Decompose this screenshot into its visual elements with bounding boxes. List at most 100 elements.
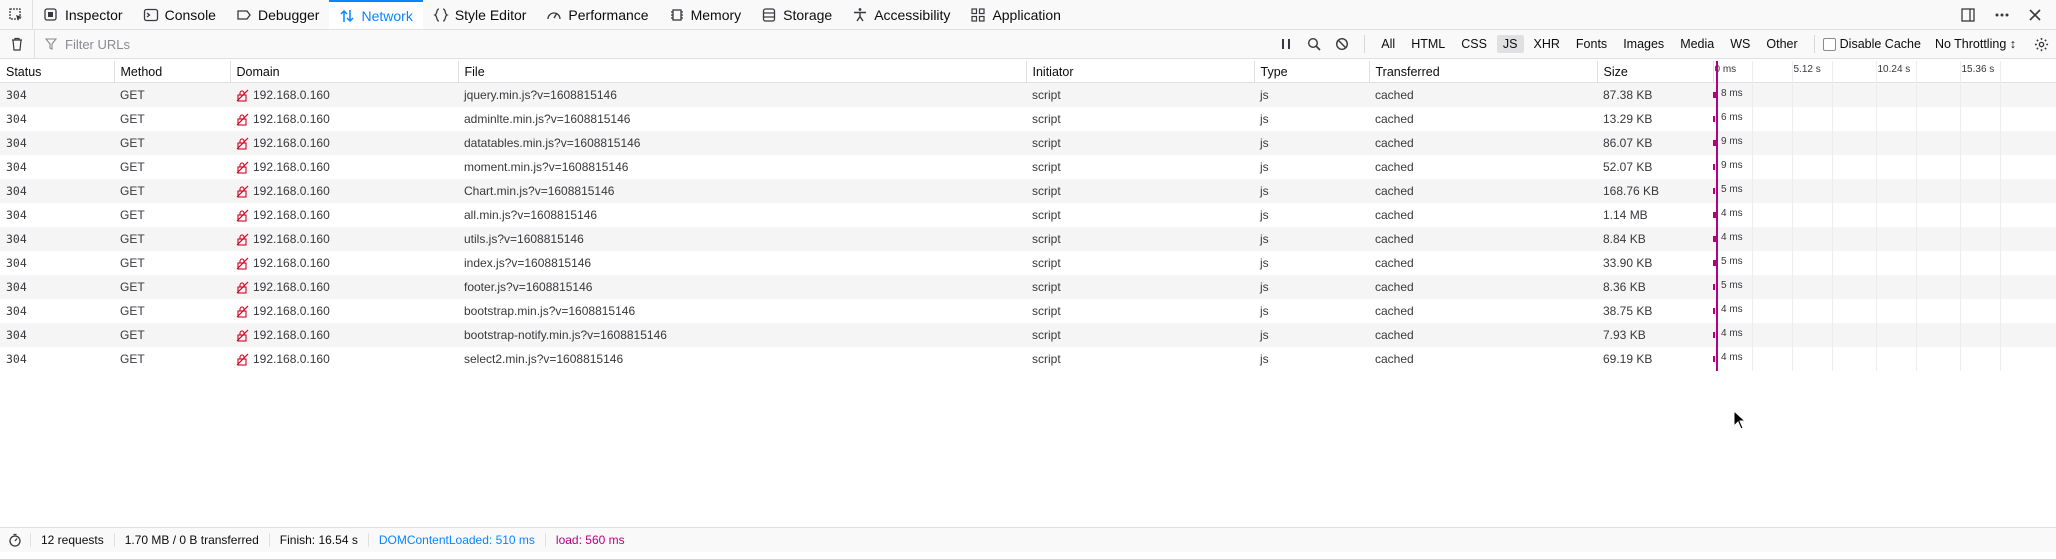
column-header-waterfall[interactable]: 0 ms 5.12 s 10.24 s 15.36 s xyxy=(1713,61,2056,83)
column-header-method[interactable]: Method xyxy=(114,61,231,83)
clear-button[interactable] xyxy=(0,30,35,58)
tab-console[interactable]: Console xyxy=(133,0,226,29)
filter-button-xhr[interactable]: XHR xyxy=(1528,35,1566,53)
domain-text: 192.168.0.160 xyxy=(253,280,330,294)
tab-label: Inspector xyxy=(65,6,123,23)
finish-time: Finish: 16.54 s xyxy=(270,533,369,547)
filter-button-fonts[interactable]: Fonts xyxy=(1570,35,1613,53)
filter-button-other[interactable]: Other xyxy=(1760,35,1803,53)
waterfall-marker: 15.36 s xyxy=(1961,64,1995,75)
tab-debugger[interactable]: Debugger xyxy=(226,0,330,29)
table-row[interactable]: 304 GET 192.168.0.160 bootstrap-notify.min.… xyxy=(0,323,2056,347)
table-row[interactable]: 304 GET 192.168.0.160 adminlte.min.js?v=160… xyxy=(0,107,2056,131)
cell-initiator: script xyxy=(1026,82,1254,107)
cell-method: GET xyxy=(114,347,230,371)
filter-button-html[interactable]: HTML xyxy=(1405,35,1451,53)
tab-memory[interactable]: Memory xyxy=(659,0,752,29)
filter-button-ws[interactable]: WS xyxy=(1724,35,1756,53)
tab-label: Console xyxy=(164,6,216,23)
cell-status: 304 xyxy=(0,155,114,179)
filter-button-css[interactable]: CSS xyxy=(1455,35,1493,53)
cell-status: 304 xyxy=(0,251,114,275)
cell-file: Chart.min.js?v=1608815146 xyxy=(458,179,1026,203)
filter-urls-input[interactable] xyxy=(63,35,667,53)
filter-button-images[interactable]: Images xyxy=(1617,35,1670,53)
waterfall-cell: 4 ms xyxy=(1713,203,2056,227)
column-header-size[interactable]: Size xyxy=(1597,61,1714,83)
cell-initiator: script xyxy=(1026,131,1254,155)
tab-label: Network xyxy=(361,7,413,24)
close-icon[interactable] xyxy=(2028,8,2042,22)
cell-method: GET xyxy=(114,323,230,347)
column-header-status[interactable]: Status xyxy=(0,61,115,83)
waterfall-bar xyxy=(1713,356,1715,362)
pause-button[interactable] xyxy=(1272,38,1300,50)
tab-accessibility[interactable]: Accessibility xyxy=(842,0,960,29)
table-row[interactable]: 304 GET 192.168.0.160 select2.min.js?v=1608… xyxy=(0,347,2056,371)
tab-label: Performance xyxy=(568,6,649,23)
element-picker-button[interactable] xyxy=(0,0,33,29)
table-row[interactable]: 304 GET 192.168.0.160 all.min.js?v=16088151… xyxy=(0,203,2056,227)
cell-type: js xyxy=(1254,275,1369,299)
cell-file: index.js?v=1608815146 xyxy=(458,251,1026,275)
disable-cache-checkbox[interactable]: Disable Cache xyxy=(1822,37,1921,51)
insecure-lock-icon xyxy=(236,89,249,102)
filter-button-media[interactable]: Media xyxy=(1674,35,1720,53)
tab-performance[interactable]: Performance xyxy=(536,0,658,29)
cell-status: 304 xyxy=(0,323,114,347)
cell-file: select2.min.js?v=1608815146 xyxy=(458,347,1026,371)
search-button[interactable] xyxy=(1300,37,1328,51)
waterfall-gridline xyxy=(1916,61,1917,371)
waterfall-bar xyxy=(1713,284,1715,290)
devtools-tab-bar: Inspector Console Debugger Network Style Edi… xyxy=(0,0,2056,30)
performance-analysis-button[interactable] xyxy=(0,533,31,547)
filter-button-all[interactable]: All xyxy=(1375,35,1401,53)
cell-transferred: cached xyxy=(1369,203,1597,227)
network-settings-button[interactable] xyxy=(2026,37,2056,52)
column-header-domain[interactable]: Domain xyxy=(230,61,459,83)
tab-storage[interactable]: Storage xyxy=(751,0,842,29)
block-requests-button[interactable] xyxy=(1328,37,1356,51)
status-bar: 12 requests 1.70 MB / 0 B transferred Fi… xyxy=(0,527,2056,552)
checkbox-box[interactable] xyxy=(1822,37,1836,51)
cell-file: jquery.min.js?v=1608815146 xyxy=(458,82,1026,107)
tab-network[interactable]: Network xyxy=(329,0,423,29)
waterfall-cell: 4 ms xyxy=(1713,227,2056,251)
column-header-type[interactable]: Type xyxy=(1254,61,1370,83)
column-header-initiator[interactable]: Initiator xyxy=(1026,61,1255,83)
waterfall-bar xyxy=(1713,188,1715,194)
table-row[interactable]: 304 GET 192.168.0.160 bootstrap.min.js?v=16… xyxy=(0,299,2056,323)
tab-inspector[interactable]: Inspector xyxy=(33,0,133,29)
cell-size: 1.14 MB xyxy=(1597,203,1713,227)
column-header-file[interactable]: File xyxy=(458,61,1027,83)
cell-transferred: cached xyxy=(1369,347,1597,371)
column-header-transferred[interactable]: Transferred xyxy=(1369,61,1598,83)
table-row[interactable]: 304 GET 192.168.0.160 Chart.min.js?v=160881… xyxy=(0,179,2056,203)
cell-domain: 192.168.0.160 xyxy=(230,227,458,251)
table-row[interactable]: 304 GET 192.168.0.160 datatables.min.js?v=1… xyxy=(0,131,2056,155)
dom-content-loaded: DOMContentLoaded: 510 ms xyxy=(369,533,546,547)
filter-button-js[interactable]: JS xyxy=(1496,35,1524,53)
domain-cell: 192.168.0.160 xyxy=(236,232,452,246)
cell-size: 7.93 KB xyxy=(1597,323,1713,347)
cell-status: 304 xyxy=(0,82,114,107)
accessibility-icon xyxy=(854,7,867,21)
tab-style-editor[interactable]: Style Editor xyxy=(423,0,537,29)
waterfall-gridline xyxy=(1876,61,1877,371)
more-options-icon[interactable] xyxy=(1994,7,2010,23)
insecure-lock-icon xyxy=(236,113,249,126)
table-row[interactable]: 304 GET 192.168.0.160 index.js?v=1608815146… xyxy=(0,251,2056,275)
table-row[interactable]: 304 GET 192.168.0.160 footer.js?v=160881514… xyxy=(0,275,2056,299)
timing-label: 4 ms xyxy=(1721,304,1743,315)
table-row[interactable]: 304 GET 192.168.0.160 moment.min.js?v=16088… xyxy=(0,155,2056,179)
dock-icon[interactable] xyxy=(1960,7,1976,23)
cell-method: GET xyxy=(114,203,230,227)
throttling-select[interactable]: No Throttling ↕ xyxy=(1935,37,2016,51)
cell-initiator: script xyxy=(1026,323,1254,347)
tab-application[interactable]: Application xyxy=(960,0,1071,29)
waterfall-marker: 10.24 s xyxy=(1877,64,1911,75)
table-row[interactable]: 304 GET 192.168.0.160 utils.js?v=1608815146… xyxy=(0,227,2056,251)
cell-initiator: script xyxy=(1026,275,1254,299)
table-row[interactable]: 304 GET 192.168.0.160 jquery.min.js?v=16088… xyxy=(0,82,2056,107)
insecure-lock-icon xyxy=(236,281,249,294)
